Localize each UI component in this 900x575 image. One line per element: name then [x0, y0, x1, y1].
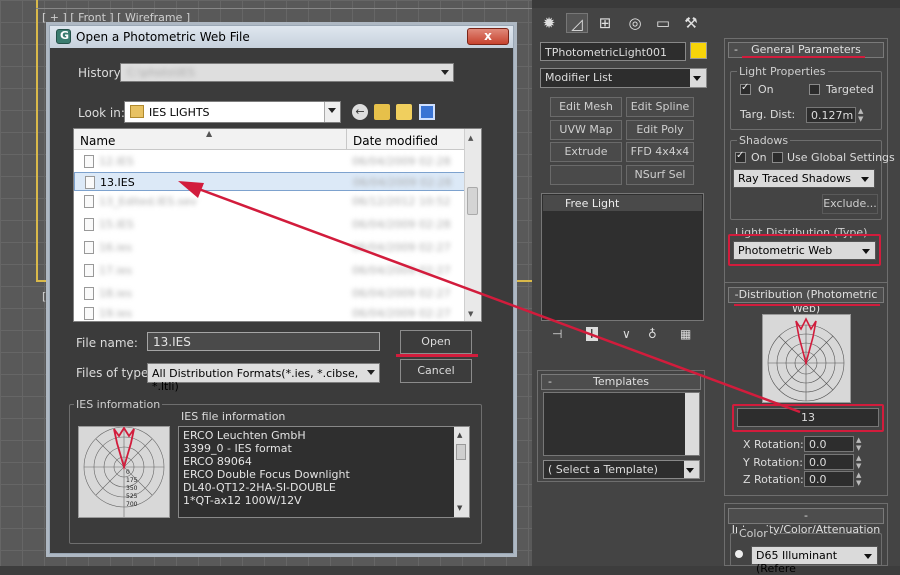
arrowhead-icon: [178, 181, 204, 198]
annotation-arrow: [178, 181, 801, 414]
